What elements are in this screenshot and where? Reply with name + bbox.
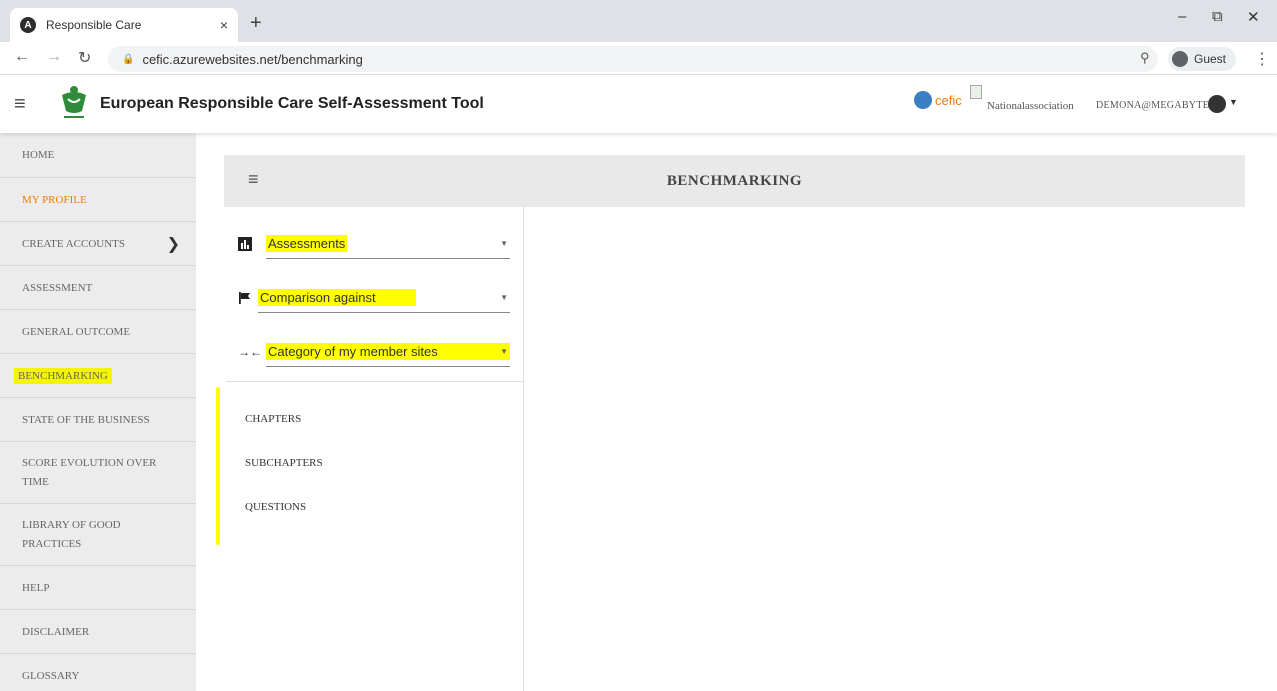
minimize-icon[interactable]: –	[1178, 8, 1186, 25]
sidebar-item-help[interactable]: HELP	[0, 566, 196, 610]
more-menu-icon[interactable]: ⋮	[1254, 49, 1270, 69]
browser-tab[interactable]: A Responsible Care ×	[10, 8, 238, 42]
comparison-label: Comparison against	[258, 289, 416, 306]
highlight-marker	[216, 387, 220, 545]
sidebar-item-library-good-practices[interactable]: LIBRARY OF GOOD PRACTICES	[0, 504, 196, 566]
page-title: BENCHMARKING	[666, 173, 803, 189]
panel-divider	[226, 381, 524, 382]
sidebar-item-score-evolution[interactable]: SCORE EVOLUTION OVER TIME	[0, 442, 196, 504]
sidebar-item-glossary[interactable]: GLOSSARY	[0, 654, 196, 691]
sidebar: HOME MY PROFILE CREATE ACCOUNTS ❯ ASSESSM…	[0, 133, 196, 691]
sidebar-item-label: STATE OF THE BUSINESS	[22, 413, 150, 426]
app-title: European Responsible Care Self-Assessmen…	[100, 95, 484, 112]
comparison-dropdown[interactable]: Comparison against ▼	[258, 283, 510, 313]
tab-title: Responsible Care	[46, 18, 142, 32]
sidebar-item-benchmarking[interactable]: BENCHMARKING	[0, 354, 196, 398]
sidebar-item-my-profile[interactable]: MY PROFILE	[0, 178, 196, 222]
sidebar-item-assessment[interactable]: ASSESSMENT	[0, 266, 196, 310]
forward-icon[interactable]: →	[46, 48, 62, 66]
url-text: cefic.azurewebsites.net/benchmarking	[142, 51, 363, 67]
zoom-icon[interactable]: ⚲	[1140, 50, 1150, 66]
flag-icon	[238, 291, 252, 305]
sidebar-item-label: SCORE EVOLUTION OVER TIME	[22, 456, 157, 488]
cefic-logo: cefic	[914, 91, 962, 109]
account-circle-icon[interactable]	[1208, 95, 1226, 113]
category-dropdown[interactable]: Category of my member sites ▼	[266, 337, 510, 367]
dropdown-arrow-icon: ▼	[500, 347, 508, 356]
lock-icon: 🔒	[122, 53, 135, 65]
profile-button[interactable]: Guest	[1168, 47, 1237, 71]
sidebar-item-create-accounts[interactable]: CREATE ACCOUNTS ❯	[0, 222, 196, 266]
sidebar-item-label: LIBRARY OF GOOD PRACTICES	[22, 518, 121, 550]
sidebar-item-disclaimer[interactable]: DISCLAIMER	[0, 610, 196, 654]
url-field[interactable]: 🔒 cefic.azurewebsites.net/benchmarking	[108, 46, 1158, 72]
compare-arrows-icon: →←	[238, 345, 262, 359]
sidebar-item-label: MY PROFILE	[22, 193, 87, 206]
sidebar-item-label: BENCHMARKING	[14, 367, 112, 384]
app-header: ≡ European Responsible Care Self-Assessm…	[0, 75, 1277, 133]
category-label: Category of my member sites	[266, 343, 510, 360]
profile-label: Guest	[1194, 52, 1227, 66]
benchmarking-header: ≡ BENCHMARKING	[224, 155, 1245, 207]
assessments-label: Assessments	[266, 235, 348, 252]
restore-icon[interactable]: ⧉	[1212, 8, 1223, 25]
broken-image-icon	[970, 85, 982, 99]
bar-chart-icon	[238, 237, 252, 251]
sidebar-item-label: HOME	[22, 149, 55, 161]
national-association-label: Nationalassociation	[987, 100, 1074, 112]
address-bar: ← → ↻ 🔒 cefic.azurewebsites.net/benchmar…	[0, 42, 1277, 75]
window-close-icon[interactable]: ✕	[1247, 8, 1260, 26]
filter-panel: Assessments ▼ Comparison against ▼ →← Ca…	[216, 207, 524, 691]
browser-tab-bar: A Responsible Care × + – ⧉ ✕	[0, 0, 1277, 42]
angular-favicon-icon: A	[20, 17, 36, 33]
reload-icon[interactable]: ↻	[78, 48, 91, 68]
questions-link[interactable]: QUESTIONS	[245, 501, 306, 513]
sidebar-item-label: DISCLAIMER	[22, 625, 90, 638]
assessments-dropdown[interactable]: Assessments ▼	[266, 229, 510, 259]
sidebar-item-state-of-the-business[interactable]: STATE OF THE BUSINESS	[0, 398, 196, 442]
cefic-label: cefic	[935, 92, 962, 108]
subchapters-link[interactable]: SUBCHAPTERS	[245, 457, 323, 469]
user-email[interactable]: DEMONA@MEGABYTE.BE	[1096, 100, 1225, 111]
sidebar-item-label: CREATE ACCOUNTS	[22, 237, 125, 250]
comparison-against-select[interactable]: Comparison against ▼	[238, 283, 510, 315]
responsible-care-logo-icon	[62, 86, 86, 118]
back-icon[interactable]: ←	[14, 48, 30, 66]
sidebar-item-label: ASSESSMENT	[22, 281, 93, 294]
dropdown-arrow-icon: ▼	[500, 293, 508, 302]
caret-down-icon[interactable]: ▼	[1229, 97, 1238, 107]
guest-avatar-icon	[1172, 51, 1188, 67]
tab-close-icon[interactable]: ×	[220, 17, 228, 33]
chevron-right-icon: ❯	[166, 234, 180, 253]
sidebar-item-home[interactable]: HOME	[0, 133, 196, 178]
cefic-emblem-icon	[914, 91, 932, 109]
chapters-link[interactable]: CHAPTERS	[245, 413, 301, 425]
menu-icon[interactable]: ≡	[14, 93, 26, 116]
category-select[interactable]: →← Category of my member sites ▼	[238, 337, 510, 369]
dropdown-arrow-icon: ▼	[500, 239, 508, 248]
assessments-select[interactable]: Assessments ▼	[238, 229, 510, 261]
sidebar-item-label: HELP	[22, 581, 50, 594]
new-tab-button[interactable]: +	[250, 12, 262, 35]
sidebar-item-label: GENERAL OUTCOME	[22, 325, 131, 338]
main-content: ≡ BENCHMARKING Assessments ▼ Comparison …	[196, 133, 1277, 691]
sidebar-item-general-outcome[interactable]: GENERAL OUTCOME	[0, 310, 196, 354]
sidebar-item-label: GLOSSARY	[22, 669, 80, 682]
